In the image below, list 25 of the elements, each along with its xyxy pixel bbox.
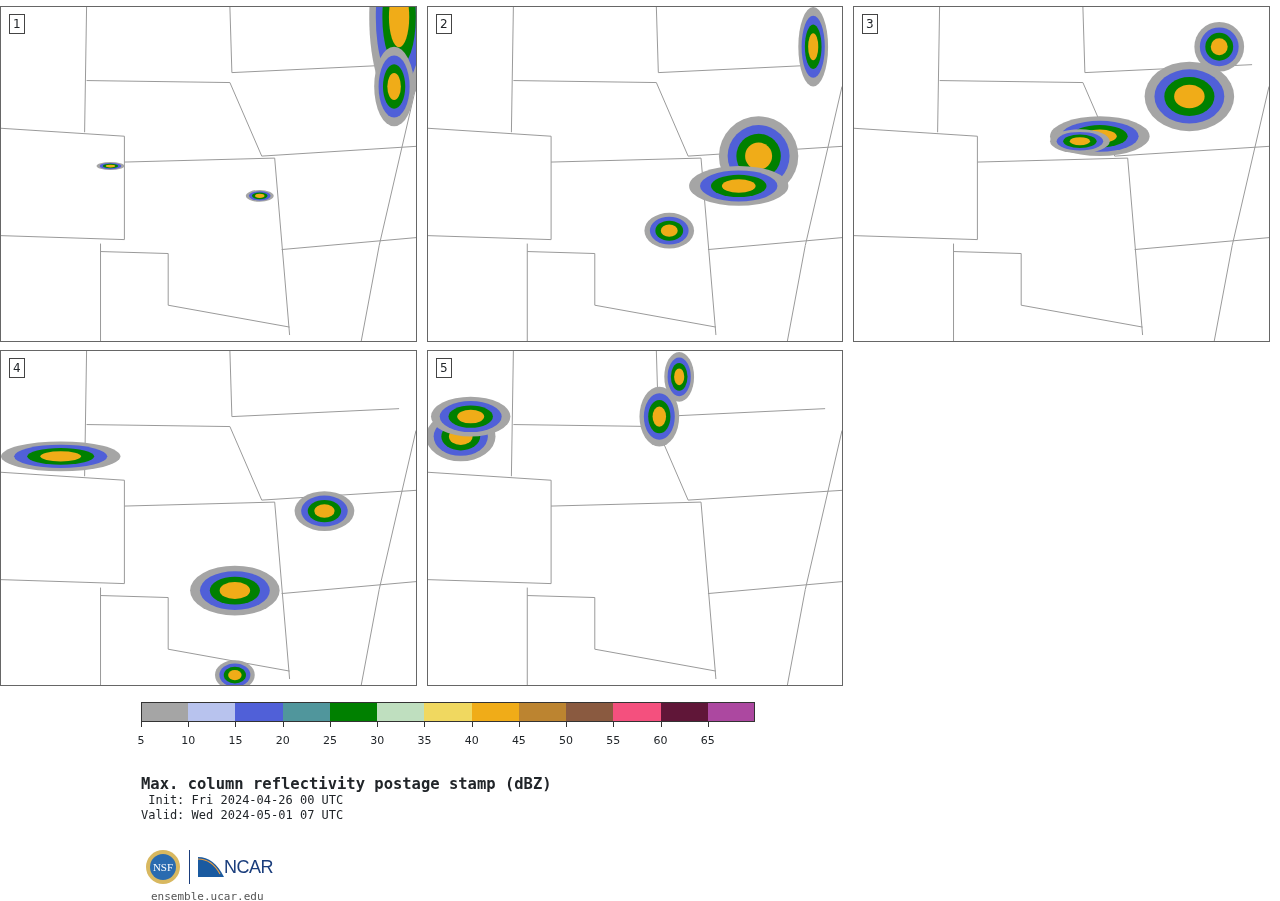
tick-label: 30 <box>370 734 385 747</box>
tick-label: 50 <box>559 734 574 747</box>
tick-label: 35 <box>417 734 432 747</box>
tick-label: 10 <box>181 734 196 747</box>
tick-label: 15 <box>228 734 243 747</box>
ncar-logo-text: NCAR <box>224 855 273 879</box>
site-url: ensemble.ucar.edu <box>151 889 265 901</box>
panel-number: 2 <box>436 14 452 34</box>
panel-number: 1 <box>9 14 25 34</box>
panel-number: 3 <box>862 14 878 34</box>
valid-time: Valid: Wed 2024-05-01 07 UTC <box>141 808 345 823</box>
init-time: Init: Fri 2024-04-26 00 UTC <box>147 793 345 808</box>
ncar-swoosh-icon <box>198 857 224 877</box>
chart-title: Max. column reflectivity postage stamp (dBZ) <box>141 775 553 793</box>
nsf-logo: NSF <box>145 849 181 885</box>
panel-number: 5 <box>436 358 452 378</box>
tick-label: 55 <box>606 734 621 747</box>
tick-label: 5 <box>137 734 145 747</box>
tick-label: 65 <box>700 734 715 747</box>
tick-label: 20 <box>275 734 290 747</box>
tick-label: 40 <box>464 734 479 747</box>
tick-label: 45 <box>511 734 526 747</box>
tick-label: 25 <box>322 734 337 747</box>
panel-number: 4 <box>9 358 25 378</box>
tick-label: 60 <box>653 734 668 747</box>
